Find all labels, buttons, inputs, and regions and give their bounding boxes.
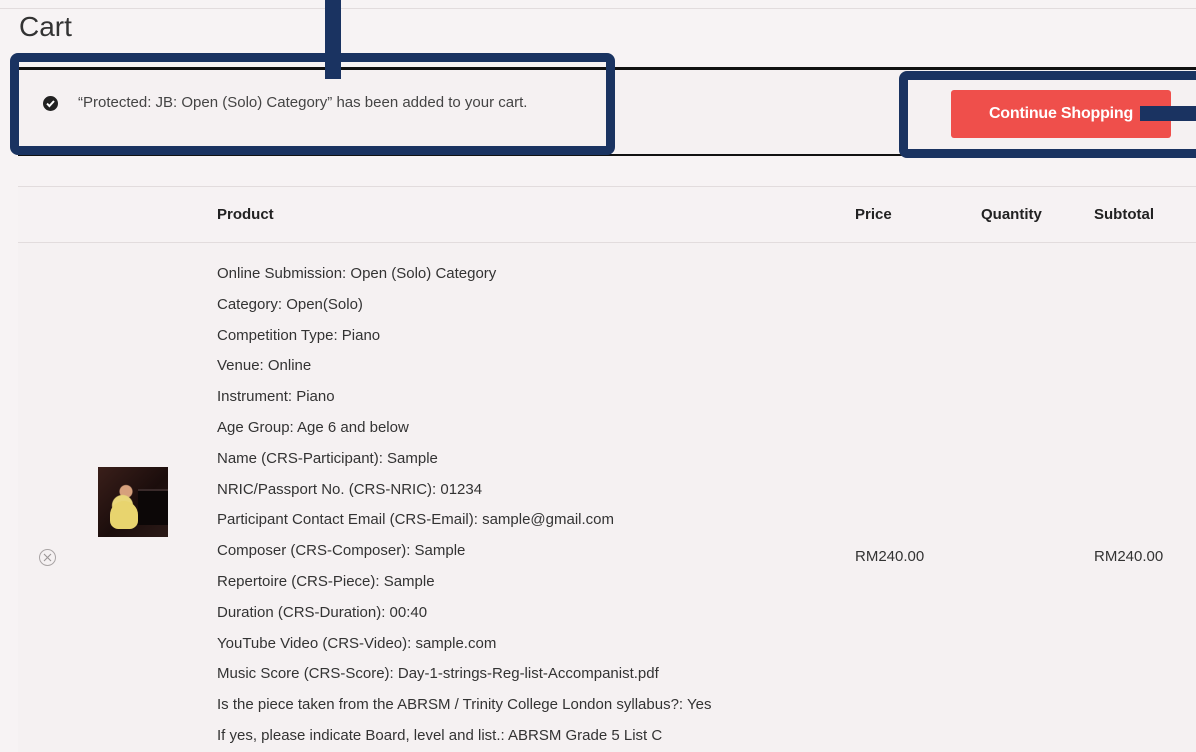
piano-shape: [138, 489, 168, 525]
list-item: Repertoire (CRS-Piece): Sample: [217, 572, 435, 590]
list-item: Instrument: Piano: [217, 388, 335, 406]
list-item: Music Score (CRS-Score): Day-1-strings-R…: [217, 665, 659, 683]
row-price: RM240.00: [855, 548, 925, 565]
list-item: NRIC/Passport No. (CRS-NRIC): 01234: [217, 480, 483, 498]
product-thumbnail[interactable]: [98, 467, 168, 537]
list-item: If yes, please indicate Board, level and…: [217, 726, 663, 744]
list-item: Competition Type: Piano: [217, 326, 381, 344]
list-item: Participant Contact Email (CRS-Email): s…: [217, 511, 615, 529]
list-item: YouTube Video (CRS-Video): sample.com: [217, 634, 497, 652]
header-quantity: Quantity: [981, 206, 1042, 223]
row-subtotal: RM240.00: [1094, 548, 1164, 565]
notice-message: “Protected: JB: Open (Solo) Category” ha…: [78, 94, 528, 111]
top-divider: [0, 8, 1196, 9]
table-header: Product Price Quantity Subtotal: [18, 186, 1196, 243]
product-name-link[interactable]: Online Submission: Open (Solo) Category: [217, 259, 711, 290]
page-title: Cart: [19, 11, 72, 42]
list-item: Category: Open(Solo): [217, 295, 363, 313]
list-item: Name (CRS-Participant): Sample: [217, 449, 438, 467]
performer-shape: [110, 501, 138, 529]
list-item: Venue: Online: [217, 357, 312, 375]
product-details: Online Submission: Open (Solo) Category …: [217, 259, 711, 752]
list-item: Duration (CRS-Duration): 00:40: [217, 603, 428, 621]
cart-page: Cart “Protected: JB: Open (Solo) Categor…: [0, 0, 1196, 752]
header-subtotal: Subtotal: [1094, 206, 1154, 223]
header-product: Product: [217, 206, 274, 223]
header-price: Price: [855, 206, 892, 223]
table-row: Online Submission: Open (Solo) Category …: [18, 242, 1196, 752]
cart-table: Product Price Quantity Subtotal Online S…: [18, 186, 1196, 752]
remove-circle-icon[interactable]: [39, 549, 56, 566]
check-circle-icon: [43, 96, 58, 111]
list-item: Composer (CRS-Composer): Sample: [217, 542, 466, 560]
cart-notice-banner: “Protected: JB: Open (Solo) Category” ha…: [18, 67, 1196, 156]
list-item: Is the piece taken from the ABRSM / Trin…: [217, 696, 712, 714]
list-item: Age Group: Age 6 and below: [217, 418, 409, 436]
continue-shopping-button[interactable]: Continue Shopping: [951, 90, 1171, 138]
